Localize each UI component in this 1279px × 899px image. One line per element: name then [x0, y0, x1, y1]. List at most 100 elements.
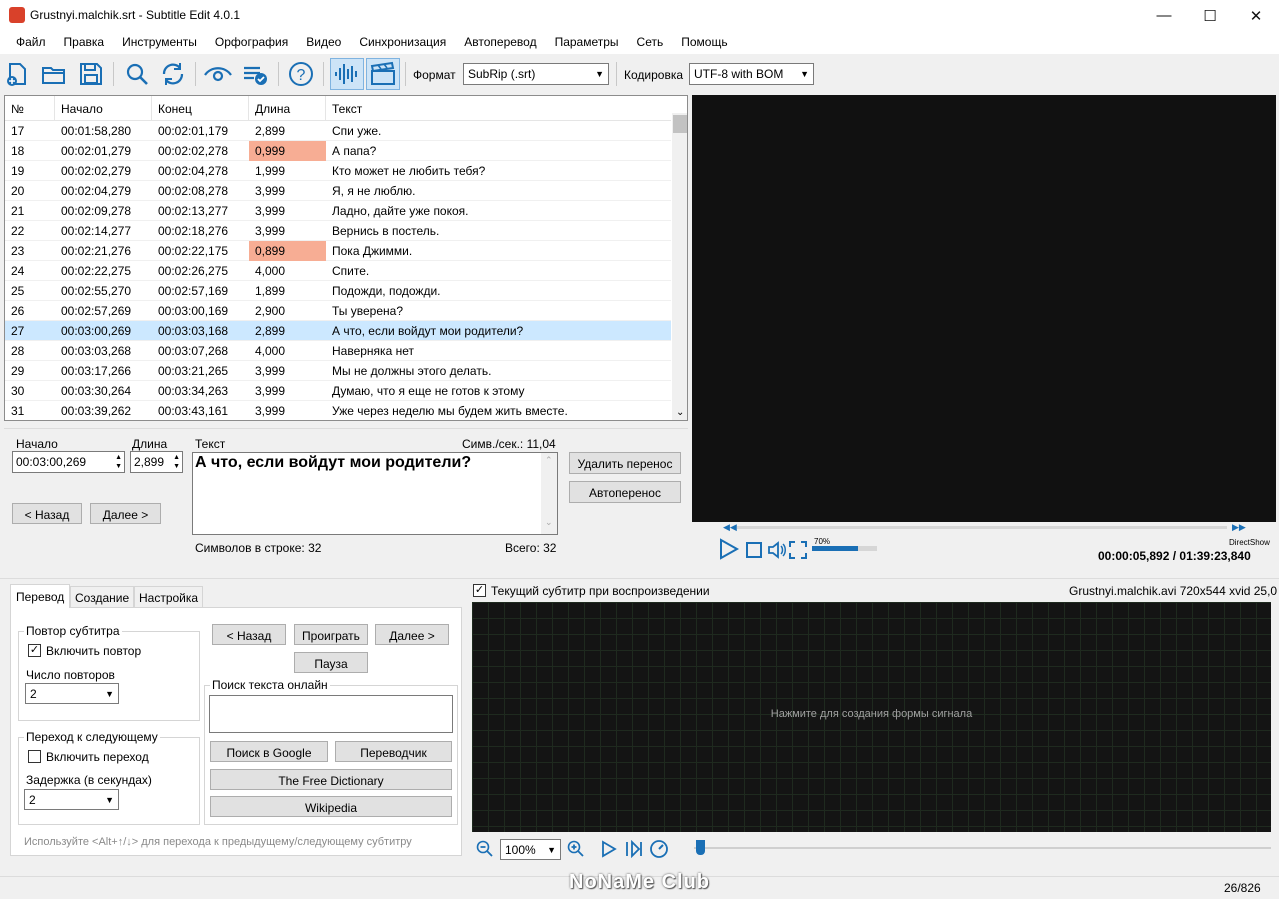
volume-slider[interactable] — [812, 546, 877, 551]
table-row[interactable]: 19 00:02:02,279 00:02:04,278 1,999 Кто может… — [5, 161, 671, 181]
video-toggle-icon[interactable] — [366, 58, 400, 90]
column-header-text[interactable]: Текст — [326, 96, 671, 121]
column-header-duration[interactable]: Длина — [249, 96, 326, 121]
maximize-icon[interactable]: ☐ — [1187, 0, 1233, 31]
volume-percent: 70% — [814, 537, 831, 546]
menu-edit[interactable]: Правка — [55, 31, 114, 54]
minimize-icon[interactable]: — — [1141, 0, 1187, 31]
table-row[interactable]: 22 00:02:14,277 00:02:18,276 3,999 Вернись в… — [5, 221, 671, 241]
waveform-play-icon[interactable] — [600, 840, 618, 861]
repeat-checkbox[interactable]: ✓ — [28, 644, 41, 657]
toolbar: ? Формат SubRip (.srt) ▼ Кодировка UTF-8 … — [0, 54, 1279, 94]
next-button[interactable]: Далее > — [90, 503, 161, 524]
play-icon[interactable] — [718, 538, 740, 563]
tab-adjust[interactable]: Настройка — [134, 586, 204, 608]
google-search-button[interactable]: Поиск в Google — [210, 741, 328, 762]
fullscreen-icon[interactable] — [789, 541, 807, 562]
menu-tools[interactable]: Инструменты — [113, 31, 206, 54]
new-file-icon[interactable] — [2, 58, 32, 90]
forward-icon[interactable]: ▶▶ — [1232, 522, 1246, 533]
visual-sync-icon[interactable] — [203, 58, 233, 90]
menu-network[interactable]: Сеть — [628, 31, 673, 54]
table-row[interactable]: 30 00:03:30,264 00:03:34,263 3,999 Думаю, чт… — [5, 381, 671, 401]
replace-icon[interactable] — [158, 58, 188, 90]
waveform-area[interactable]: Нажмите для создания формы сигнала — [472, 602, 1271, 832]
duration-input[interactable]: 2,899 ▲ ▼ — [130, 451, 183, 473]
auto-break-button[interactable]: Автоперенос — [569, 481, 681, 503]
zoom-in-icon[interactable] — [567, 840, 585, 861]
play-button[interactable]: Проиграть — [294, 624, 368, 645]
table-row[interactable]: 21 00:02:09,278 00:02:13,277 3,999 Ладно, да… — [5, 201, 671, 221]
table-row[interactable]: 27 00:03:00,269 00:03:03,168 2,899 А что, ес… — [5, 321, 671, 341]
menu-help[interactable]: Помощь — [672, 31, 736, 54]
tab-create[interactable]: Создание — [70, 586, 135, 608]
table-cell-n: 21 — [11, 204, 25, 218]
translator-button[interactable]: Переводчик — [335, 741, 452, 762]
table-row[interactable]: 29 00:03:17,266 00:03:21,265 3,999 Мы не дол… — [5, 361, 671, 381]
spinner-icon[interactable]: ▲ ▼ — [173, 453, 180, 471]
save-icon[interactable] — [76, 58, 106, 90]
waveform-slider-thumb[interactable] — [696, 840, 705, 855]
editor-scrollbar[interactable]: ⌃ ⌄ — [541, 453, 557, 534]
menu-autotranslate[interactable]: Автоперевод — [455, 31, 545, 54]
playback-speed-icon[interactable] — [649, 839, 669, 862]
table-row[interactable]: 25 00:02:55,270 00:02:57,169 1,899 Подожди, … — [5, 281, 671, 301]
close-icon[interactable]: ✕ — [1233, 0, 1279, 31]
translate-next-button[interactable]: Далее > — [375, 624, 449, 645]
free-dictionary-button[interactable]: The Free Dictionary — [210, 769, 452, 790]
stop-icon[interactable] — [745, 541, 763, 562]
menu-options[interactable]: Параметры — [546, 31, 628, 54]
table-row[interactable]: 28 00:03:03,268 00:03:07,268 4,000 Наверняка… — [5, 341, 671, 361]
find-icon[interactable] — [122, 58, 152, 90]
table-row[interactable]: 23 00:02:21,276 00:02:22,175 0,899 Пока Джим… — [5, 241, 671, 261]
remove-linebreak-button[interactable]: Удалить перенос — [569, 452, 681, 474]
subtitle-grid[interactable]: № Начало Конец Длина Текст 17 00:01:58,28… — [4, 95, 688, 421]
table-row[interactable]: 31 00:03:39,262 00:03:43,161 3,999 Уже через… — [5, 401, 671, 420]
delay-select[interactable]: 2 ▼ — [24, 789, 119, 810]
scroll-thumb[interactable] — [673, 115, 687, 133]
grid-scrollbar[interactable]: ⌄ — [672, 113, 687, 420]
column-header-end[interactable]: Конец — [152, 96, 249, 121]
waveform-position-slider[interactable] — [694, 847, 1271, 849]
repeat-count-select[interactable]: 2 ▼ — [25, 683, 119, 704]
start-time-input[interactable]: 00:03:00,269 ▲ ▼ — [12, 451, 125, 473]
table-row[interactable]: 17 00:01:58,280 00:02:01,179 2,899 Спи уже. — [5, 121, 671, 141]
menu-spellcheck[interactable]: Орфография — [206, 31, 297, 54]
open-folder-icon[interactable] — [39, 58, 69, 90]
online-search-input[interactable] — [209, 695, 453, 733]
table-row[interactable]: 26 00:02:57,269 00:03:00,169 2,900 Ты уверен… — [5, 301, 671, 321]
column-header-start[interactable]: Начало — [55, 96, 152, 121]
zoom-select[interactable]: 100% ▼ — [500, 839, 561, 860]
volume-icon[interactable] — [767, 540, 787, 563]
table-row[interactable]: 18 00:02:01,279 00:02:02,278 0,999 А папа? — [5, 141, 671, 161]
table-row[interactable]: 20 00:02:04,279 00:02:08,278 3,999 Я, я не л… — [5, 181, 671, 201]
format-select[interactable]: SubRip (.srt) ▼ — [463, 63, 609, 85]
spellcheck-icon[interactable] — [240, 58, 270, 90]
translate-previous-button[interactable]: < Назад — [212, 624, 286, 645]
waveform-toggle-icon[interactable] — [330, 58, 364, 90]
column-header-number[interactable]: № — [5, 96, 55, 121]
video-player[interactable] — [692, 95, 1276, 522]
menu-file[interactable]: Файл — [0, 31, 55, 54]
table-row[interactable]: 24 00:02:22,275 00:02:26,275 4,000 Спите. — [5, 261, 671, 281]
previous-button[interactable]: < Назад — [12, 503, 82, 524]
rewind-icon[interactable]: ◀◀ — [723, 522, 737, 533]
play-next-icon[interactable] — [625, 839, 643, 861]
help-icon[interactable]: ? — [286, 58, 316, 90]
menu-video[interactable]: Видео — [297, 31, 350, 54]
zoom-out-icon[interactable] — [476, 840, 494, 861]
encoding-label: Кодировка — [624, 68, 684, 82]
table-cell-dur: 0,899 — [249, 241, 326, 261]
next-checkbox[interactable] — [28, 750, 41, 763]
tab-translate[interactable]: Перевод — [10, 584, 71, 608]
video-position-bar[interactable] — [737, 526, 1227, 529]
repeat-count-label: Число повторов — [26, 668, 115, 682]
scroll-down-icon[interactable]: ⌄ — [676, 407, 684, 418]
spinner-icon[interactable]: ▲ ▼ — [115, 453, 122, 471]
wikipedia-button[interactable]: Wikipedia — [210, 796, 452, 817]
pause-button[interactable]: Пауза — [294, 652, 368, 673]
menu-sync[interactable]: Синхронизация — [350, 31, 455, 54]
encoding-select[interactable]: UTF-8 with BOM ▼ — [689, 63, 814, 85]
subtitle-text-editor[interactable]: А что, если войдут мои родители? ⌃ ⌄ — [192, 452, 558, 535]
current-subtitle-checkbox[interactable]: ✓ — [473, 584, 486, 597]
